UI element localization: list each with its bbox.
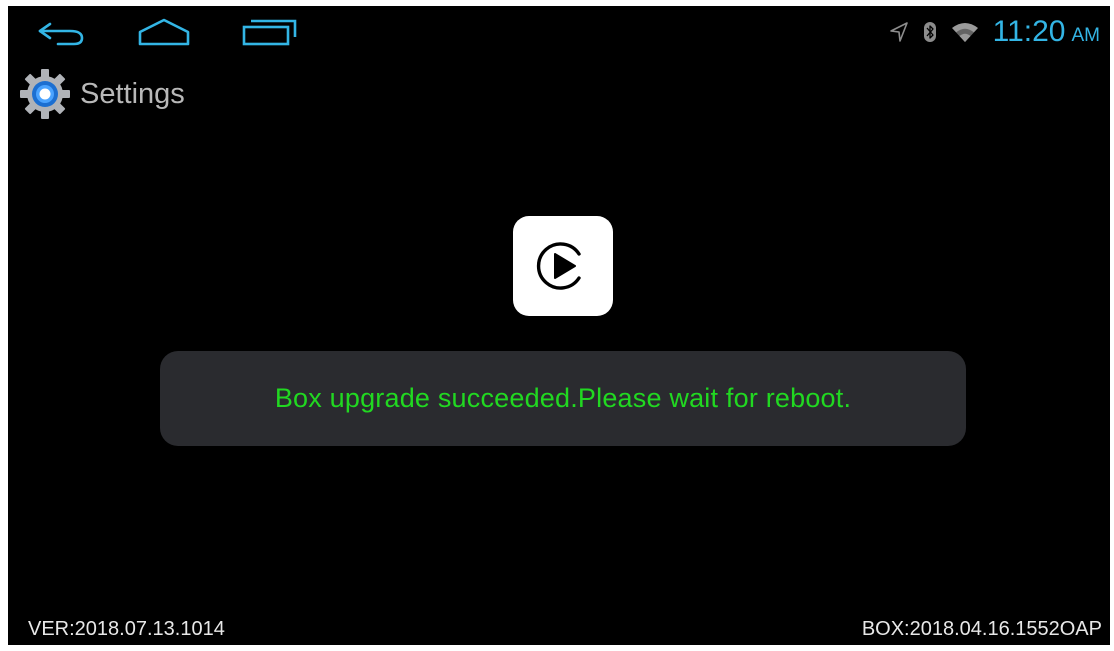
back-button[interactable]: [32, 14, 92, 50]
gear-icon: [20, 69, 70, 119]
recent-apps-icon: [242, 19, 297, 46]
back-icon: [38, 22, 84, 46]
bluetooth-icon: [923, 21, 937, 43]
settings-label: Settings: [80, 77, 185, 110]
toast-message: Box upgrade succeeded.Please wait for re…: [160, 351, 966, 446]
box-version-label: BOX:2018.04.16.1552OAP: [861, 618, 1102, 640]
toast-text: Box upgrade succeeded.Please wait for re…: [274, 383, 852, 413]
home-icon: [138, 18, 190, 46]
android-screen: 11:20 AM Settings Box upgrade succeeded.…: [8, 6, 1110, 645]
ver-label: VER:2018.07.13.1014: [28, 618, 225, 640]
home-button[interactable]: [132, 14, 196, 50]
clock: 11:20 AM: [993, 15, 1100, 49]
carplay-icon: [536, 242, 581, 290]
settings-shortcut[interactable]: Settings: [18, 69, 185, 119]
recent-apps-button[interactable]: [238, 14, 302, 50]
status-bar: 11:20 AM: [889, 14, 1100, 50]
wifi-icon: [951, 21, 979, 43]
carplay-app-icon[interactable]: [513, 216, 613, 316]
clock-time: 11:20: [992, 15, 1066, 48]
clock-ampm: AM: [1071, 25, 1101, 46]
location-icon: [889, 21, 909, 43]
